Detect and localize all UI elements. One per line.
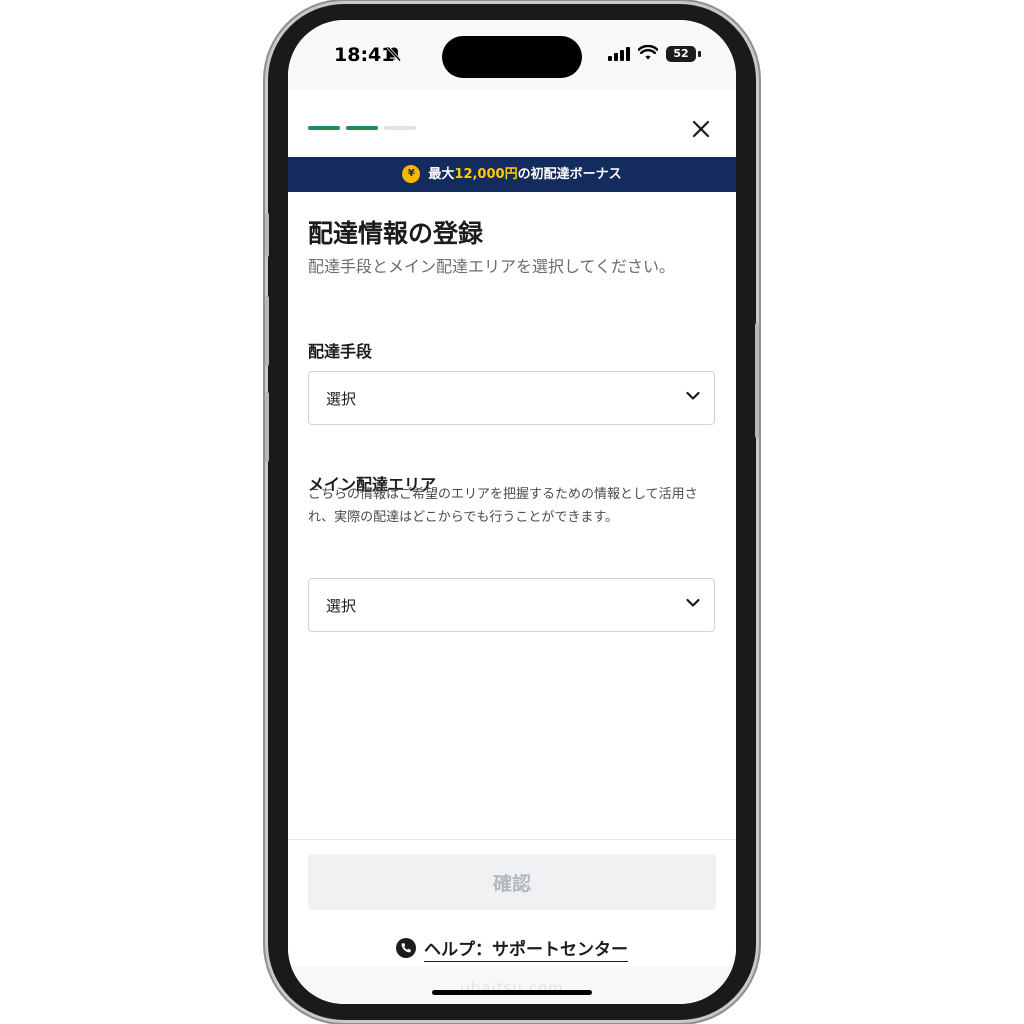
bell-muted-icon <box>387 46 401 62</box>
yen-coin-icon: ¥ <box>402 164 421 183</box>
home-indicator <box>432 990 592 995</box>
action-button <box>265 213 269 257</box>
battery-cap <box>698 51 701 57</box>
page-subtitle: 配達手段とメイン配達エリアを選択してください。 <box>308 257 676 276</box>
help-row: ヘルプ：サポートセンター <box>288 935 736 960</box>
status-time: 18:41 <box>334 44 395 66</box>
close-icon[interactable] <box>690 118 712 140</box>
footer-divider <box>288 839 736 840</box>
banner-suffix: の初配達ボーナス <box>517 167 622 182</box>
progress-step-3 <box>384 126 416 130</box>
delivery-method-value: 選択 <box>326 390 357 408</box>
page-title: 配達情報の登録 <box>308 219 484 248</box>
battery-indicator: 52 <box>666 46 696 62</box>
status-bar: 18:41 52 <box>288 20 736 90</box>
progress-step-2 <box>346 126 378 130</box>
phone-icon <box>396 937 416 958</box>
progress-step-1 <box>308 126 340 130</box>
main-area-note: こちらの情報はご希望のエリアを把握するための情報として活用され、実際の配達はどこ… <box>308 487 698 525</box>
wifi-icon <box>638 45 658 60</box>
chevron-down-icon <box>686 598 700 607</box>
main-area-select[interactable]: 選択 <box>308 578 715 632</box>
volume-up-button <box>265 296 269 366</box>
delivery-method-select[interactable]: 選択 <box>308 371 715 425</box>
volume-down-button <box>265 392 269 462</box>
confirm-button[interactable]: 確認 <box>308 854 716 910</box>
main-area-value: 選択 <box>326 597 357 615</box>
chevron-down-icon <box>686 391 700 400</box>
help-support-link[interactable]: ヘルプ：サポートセンター <box>424 940 628 960</box>
registration-page: ¥ 最大12,000円の初配達ボーナス 配達情報の登録 配達手段とメイン配達エリア… <box>288 90 736 1004</box>
cellular-signal-icon <box>608 47 630 61</box>
phone-screen: 18:41 52 ¥ 最大12,000円の初配達ボーナス 配達情報の登録 配達手… <box>288 20 736 1004</box>
banner-amount: 12,000円 <box>454 167 518 182</box>
dynamic-island <box>442 36 582 78</box>
delivery-method-label: 配達手段 <box>308 342 373 361</box>
power-button <box>755 323 759 438</box>
bonus-banner: ¥ 最大12,000円の初配達ボーナス <box>288 157 736 192</box>
banner-prefix: 最大 <box>428 167 455 182</box>
